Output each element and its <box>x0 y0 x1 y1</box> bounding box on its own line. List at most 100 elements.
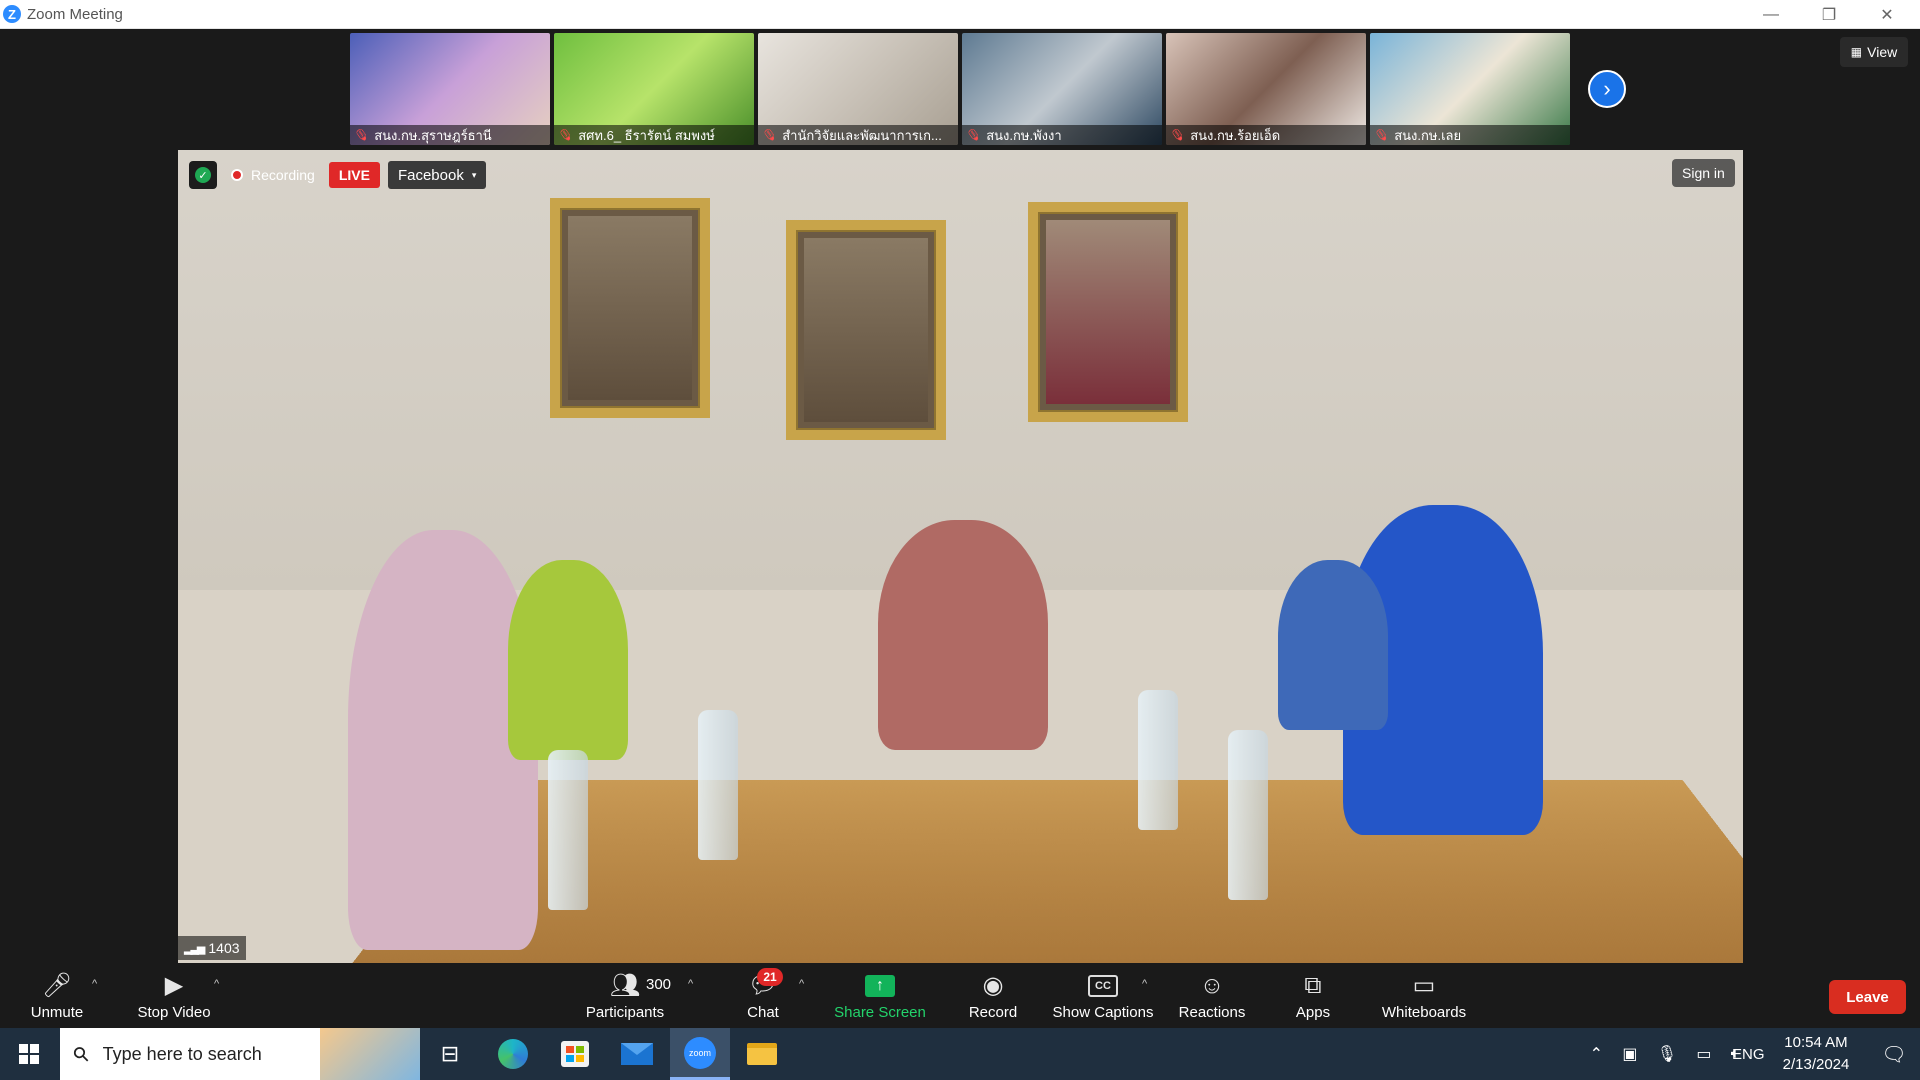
stop-video-button[interactable]: ▶︎ Stop Video <box>130 964 218 1028</box>
participant-thumbnail[interactable]: 🎙 สนง.กษ.ร้อยเอ็ด <box>1166 33 1366 145</box>
participant-name: 🎙 สศท.6_ ธีรารัตน์ สมพงษ์ <box>554 125 754 145</box>
grid-icon: ▦ <box>1850 45 1863 59</box>
audio-options-caret[interactable]: ^ <box>92 978 97 990</box>
recording-status-bar: ✓ Recording LIVE Facebook ▾ <box>189 160 487 190</box>
zoom-logo-icon: Z <box>3 5 21 23</box>
show-captions-button[interactable]: CC Show Captions <box>1050 964 1156 1028</box>
taskbar-edge[interactable] <box>483 1028 543 1080</box>
taskbar-store[interactable] <box>545 1028 605 1080</box>
share-arrow-icon: ↑ <box>865 972 895 1000</box>
clock-date: 2/13/2024 <box>1782 1056 1850 1073</box>
record-dot-icon <box>231 169 243 181</box>
attendee-figure <box>508 560 628 760</box>
participant-name: 🎙 สนง.กษ.ร้อยเอ็ด <box>1166 125 1366 145</box>
task-view-button[interactable]: ⊟ <box>420 1028 480 1080</box>
taskbar-search-box[interactable]: ⚲ Type here to search <box>60 1028 420 1080</box>
meeting-area: 🎙 สนง.กษ.สุราษฎร์ธานี 🎙 สศท.6_ ธีรารัตน์ ส… <box>0 29 1920 964</box>
system-tray: ⌃ ▣ 🎙︎ ▭ 🔈︎ <box>1580 1028 1750 1080</box>
participant-thumbnail[interactable]: 🎙 สนง.กษ.เลย <box>1370 33 1570 145</box>
video-options-caret[interactable]: ^ <box>214 978 219 990</box>
windows-logo-icon <box>19 1044 39 1064</box>
taskbar-mail[interactable] <box>607 1028 667 1080</box>
participant-name: 🎙 สำนักวิจัยและพัฒนาการเก... <box>758 125 958 145</box>
participant-name: 🎙 สนง.กษ.เลย <box>1370 125 1570 145</box>
record-button[interactable]: ◉ Record <box>960 964 1026 1028</box>
notification-icon[interactable]: 🗨︎ <box>1868 1028 1920 1080</box>
chat-unread-badge: 21 <box>757 968 783 986</box>
windows-taskbar: ⚲ Type here to search ⊟ zoom ⌃ ▣ 🎙︎ ▭ 🔈︎… <box>0 1028 1920 1080</box>
security-shield-icon[interactable]: ✓ <box>189 161 217 189</box>
camera-tray-icon[interactable]: ▣ <box>1622 1044 1637 1064</box>
water-bottle <box>698 710 738 860</box>
participant-thumbnail-strip: 🎙 สนง.กษ.สุราษฎร์ธานี 🎙 สศท.6_ ธีรารัตน์ ส… <box>350 33 1570 145</box>
minimize-button[interactable]: — <box>1742 0 1800 29</box>
chevron-down-icon: ▾ <box>471 169 477 180</box>
view-button[interactable]: ▦ View <box>1840 37 1908 67</box>
reactions-button[interactable]: ☺ Reactions <box>1176 964 1248 1028</box>
muted-mic-icon: 🎙 <box>964 125 984 145</box>
participant-count: 300 <box>646 976 672 993</box>
participants-options-caret[interactable]: ^ <box>688 978 693 990</box>
participant-thumbnail[interactable]: 🎙 สศท.6_ ธีรารัตน์ สมพงษ์ <box>554 33 754 145</box>
sign-in-button[interactable]: Sign in <box>1672 159 1735 187</box>
active-speaker-video <box>178 150 1743 963</box>
maximize-button[interactable]: ❐ <box>1800 0 1858 29</box>
recording-indicator[interactable]: Recording <box>225 161 321 189</box>
participants-icon: 👥︎ <box>609 972 641 999</box>
close-button[interactable]: ✕ <box>1858 0 1916 29</box>
closed-captions-icon: CC <box>1088 972 1118 1000</box>
captions-options-caret[interactable]: ^ <box>1142 978 1147 990</box>
window-title: Zoom Meeting <box>27 5 123 23</box>
taskbar-clock[interactable]: 10:54 AM 2/13/2024 <box>1770 1032 1862 1076</box>
participant-name: 🎙 สนง.กษ.พังงา <box>962 125 1162 145</box>
participants-button[interactable]: 👥︎ Participants 300 <box>580 964 672 1028</box>
participant-thumbnail[interactable]: 🎙 สนง.กษ.พังงา <box>962 33 1162 145</box>
attendee-figure <box>1278 560 1388 730</box>
taskbar-zoom[interactable]: zoom <box>670 1028 730 1080</box>
chat-options-caret[interactable]: ^ <box>799 978 804 990</box>
apps-button[interactable]: ⧉ Apps <box>1290 964 1336 1028</box>
chat-button[interactable]: 💬︎ Chat 21 <box>735 964 791 1028</box>
battery-icon[interactable]: ▭ <box>1696 1044 1711 1064</box>
taskbar-file-explorer[interactable] <box>732 1028 792 1080</box>
folder-icon <box>747 1043 777 1065</box>
clock-time: 10:54 AM <box>1784 1034 1848 1051</box>
start-button[interactable] <box>0 1028 58 1080</box>
participant-thumbnail[interactable]: 🎙 สนง.กษ.สุราษฎร์ธานี <box>350 33 550 145</box>
search-highlight-art <box>320 1028 420 1080</box>
participant-thumbnail[interactable]: 🎙 สำนักวิจัยและพัฒนาการเก... <box>758 33 958 145</box>
water-bottle <box>1138 690 1178 830</box>
chevron-up-icon[interactable]: ⌃ <box>1590 1044 1603 1064</box>
portrait-frame <box>550 198 710 418</box>
participant-name: 🎙 สนง.กษ.สุราษฎร์ธานี <box>350 125 550 145</box>
water-bottle <box>548 750 588 910</box>
record-circle-icon: ◉ <box>982 972 1004 999</box>
live-platform-dropdown[interactable]: Facebook ▾ <box>387 161 487 189</box>
zoom-app-icon: zoom <box>684 1036 716 1069</box>
unmute-button[interactable]: 🎤︎ Unmute <box>20 964 94 1028</box>
next-page-button[interactable]: › <box>1588 70 1626 108</box>
muted-mic-icon: 🎙 <box>556 125 576 145</box>
edge-browser-icon <box>498 1039 528 1069</box>
title-bar: Z Zoom Meeting — ❐ ✕ <box>0 0 1920 29</box>
leave-button[interactable]: Leave <box>1829 980 1906 1014</box>
muted-mic-icon: 🎙 <box>760 125 780 145</box>
water-bottle <box>1228 730 1268 900</box>
signal-bars-icon: ▂▃▅ <box>184 942 205 955</box>
share-screen-button[interactable]: ↑ Share Screen <box>832 964 928 1028</box>
mail-icon <box>621 1043 653 1065</box>
muted-mic-icon: 🎙 <box>1372 125 1392 145</box>
muted-mic-icon: 🎙 <box>1168 125 1188 145</box>
store-icon <box>561 1041 589 1067</box>
video-camera-icon: ▶︎ <box>164 972 184 999</box>
microphone-tray-icon[interactable]: 🎙︎ <box>1657 1044 1677 1064</box>
search-icon: ⚲ <box>68 1041 95 1068</box>
portrait-frame <box>786 220 946 440</box>
viewer-count: ▂▃▅ 1403 <box>178 936 246 960</box>
portrait-frame <box>1028 202 1188 422</box>
search-placeholder: Type here to search <box>102 1043 262 1064</box>
apps-icon: ⧉ <box>1304 971 1322 999</box>
whiteboards-button[interactable]: ▭ Whiteboards <box>1378 964 1470 1028</box>
task-view-icon: ⊟ <box>440 1041 460 1066</box>
language-indicator[interactable]: ENG <box>1732 1028 1765 1080</box>
